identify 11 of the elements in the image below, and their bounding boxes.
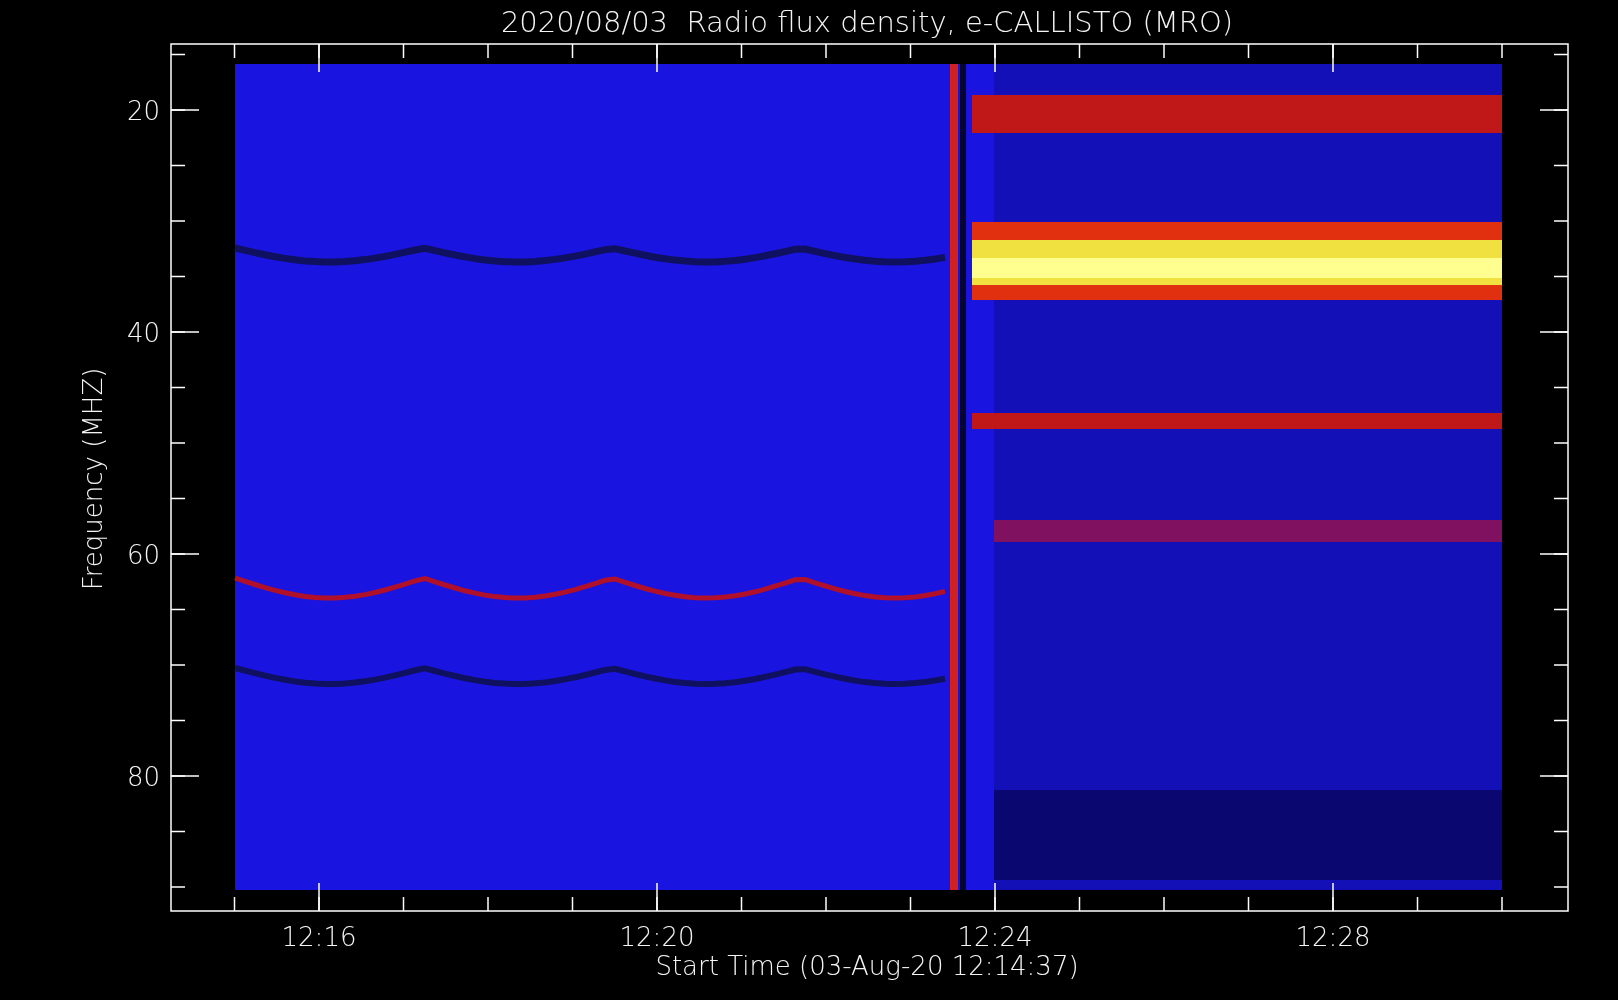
chart-title: 2020/08/03 Radio flux density, e-CALLISTO (MRO) xyxy=(500,5,1234,39)
y-tick-label: 80 xyxy=(126,762,160,792)
y-tick-label: 60 xyxy=(126,540,160,570)
y-axis-label: Frequency (MHZ) xyxy=(78,367,108,591)
x-tick-label: 12:20 xyxy=(619,922,695,952)
x-axis-label: Start Time (03-Aug-20 12:14:37) xyxy=(655,951,1079,981)
y-tick-label: 20 xyxy=(126,96,160,126)
x-tick-label: 12:28 xyxy=(1295,922,1371,952)
y-tick-label: 40 xyxy=(126,318,160,348)
x-tick-label: 12:16 xyxy=(281,922,357,952)
x-tick-label: 12:24 xyxy=(957,922,1033,952)
